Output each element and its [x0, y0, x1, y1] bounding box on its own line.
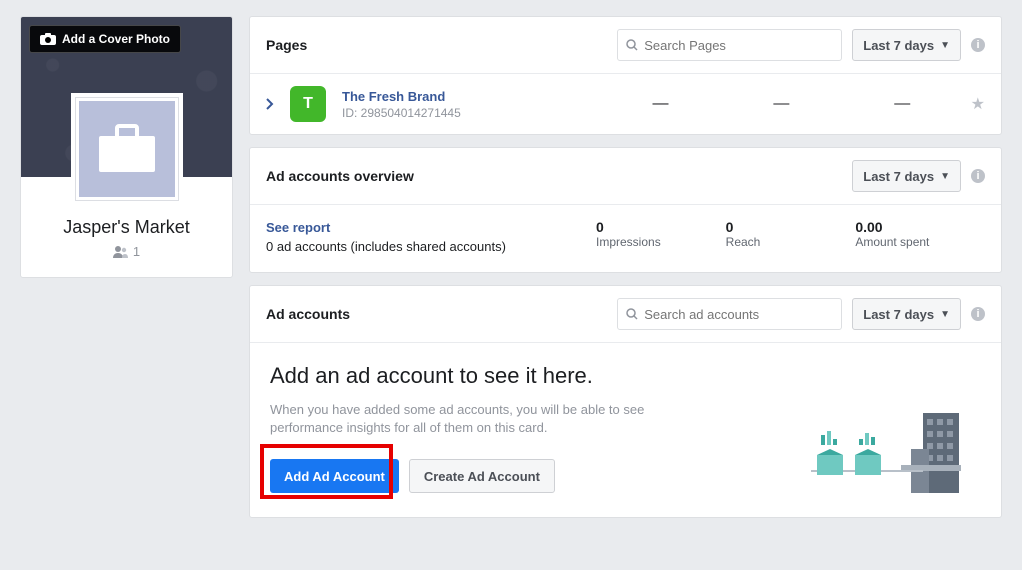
ad-accounts-range-label: Last 7 days [863, 307, 934, 322]
member-count: 1 [29, 244, 224, 259]
briefcase-icon [97, 124, 157, 174]
empty-state-title: Add an ad account to see it here. [270, 363, 781, 389]
star-icon[interactable]: ★ [971, 94, 985, 114]
search-pages-input[interactable] [644, 38, 833, 53]
member-count-value: 1 [133, 244, 140, 259]
caret-down-icon: ▼ [940, 309, 950, 320]
see-report-link[interactable]: See report [266, 220, 330, 235]
info-icon[interactable]: i [971, 169, 985, 183]
stat-amount-spent: 0.00 Amount spent [855, 219, 985, 254]
ad-accounts-range-button[interactable]: Last 7 days ▼ [852, 298, 961, 330]
page-metric-1: — [608, 95, 713, 113]
page-name-link[interactable]: The Fresh Brand [342, 89, 445, 104]
stat-impressions: 0 Impressions [596, 219, 726, 254]
overview-range-button[interactable]: Last 7 days ▼ [852, 160, 961, 192]
page-metric-2: — [729, 95, 834, 113]
pages-card: Pages Last 7 days ▼ i T [249, 16, 1002, 135]
profile-card: Add a Cover Photo Jasper's Market [20, 16, 233, 278]
search-ad-accounts-field[interactable] [617, 298, 842, 330]
add-cover-label: Add a Cover Photo [62, 32, 170, 46]
chevron-right-icon[interactable] [266, 98, 274, 110]
caret-down-icon: ▼ [940, 171, 950, 182]
people-icon [113, 246, 129, 258]
profile-name: Jasper's Market [29, 217, 224, 238]
stat-reach: 0 Reach [726, 219, 856, 254]
info-icon[interactable]: i [971, 307, 985, 321]
create-ad-account-button[interactable]: Create Ad Account [409, 459, 555, 493]
overview-title: Ad accounts overview [266, 168, 842, 184]
info-icon[interactable]: i [971, 38, 985, 52]
pages-card-title: Pages [266, 37, 607, 53]
search-icon [626, 308, 638, 320]
caret-down-icon: ▼ [940, 40, 950, 51]
camera-icon [40, 33, 56, 45]
pages-range-button[interactable]: Last 7 days ▼ [852, 29, 961, 61]
page-badge: T [290, 86, 326, 122]
page-row: T The Fresh Brand ID: 298504014271445 — … [250, 74, 1001, 134]
ad-accounts-card: Ad accounts Last 7 days ▼ i Add an ad ac… [249, 285, 1002, 518]
empty-state-illustration [801, 363, 981, 493]
search-icon [626, 39, 638, 51]
pages-range-label: Last 7 days [863, 38, 934, 53]
add-cover-button[interactable]: Add a Cover Photo [29, 25, 181, 53]
search-ad-accounts-input[interactable] [644, 307, 833, 322]
overview-range-label: Last 7 days [863, 169, 934, 184]
add-ad-account-button[interactable]: Add Ad Account [270, 459, 399, 493]
cover-area: Add a Cover Photo [21, 17, 232, 177]
search-pages-field[interactable] [617, 29, 842, 61]
empty-state-desc: When you have added some ad accounts, yo… [270, 401, 670, 437]
page-id: ID: 298504014271445 [342, 106, 592, 120]
overview-subtext: 0 ad accounts (includes shared accounts) [266, 239, 596, 254]
profile-picture[interactable] [71, 93, 183, 205]
ad-accounts-title: Ad accounts [266, 306, 607, 322]
page-metric-3: — [850, 95, 955, 113]
overview-card: Ad accounts overview Last 7 days ▼ i See… [249, 147, 1002, 273]
